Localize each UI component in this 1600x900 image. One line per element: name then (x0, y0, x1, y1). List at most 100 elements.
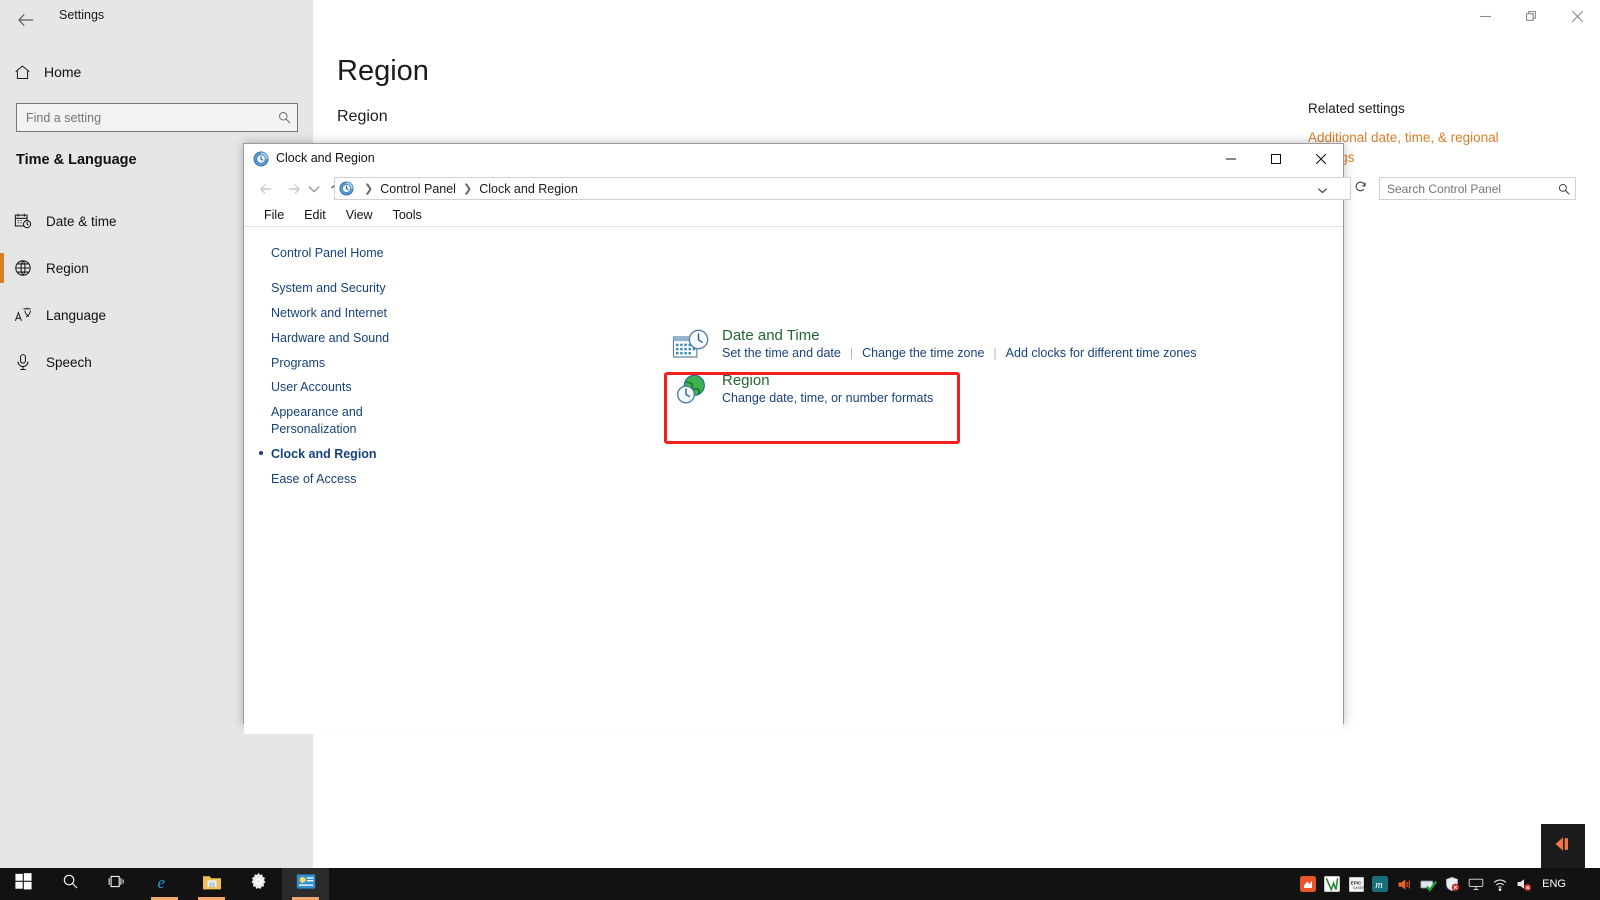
sidebar-item-system-and-security[interactable]: System and Security (244, 276, 459, 301)
clock-region-icon (253, 151, 269, 167)
sidebar-item-network-and-internet[interactable]: Network and Internet (244, 301, 459, 326)
sidebar-item-clock-and-region[interactable]: Clock and Region (244, 442, 459, 467)
shield-green-icon[interactable] (1416, 868, 1440, 900)
region-icon[interactable] (671, 372, 719, 420)
task-view-icon (108, 873, 127, 895)
control-panel-search-box[interactable] (1379, 177, 1576, 200)
sidebar-item-label: Clock and Region (271, 447, 377, 461)
sidebar-item-home[interactable]: Home (0, 56, 313, 88)
settings-title: Settings (59, 8, 105, 22)
search-button[interactable] (47, 868, 94, 900)
maximize-icon[interactable] (1253, 144, 1298, 174)
minimize-icon[interactable] (1208, 144, 1253, 174)
category-title[interactable]: Date and Time (722, 327, 1197, 344)
breadcrumb-control-panel[interactable]: Control Panel (380, 182, 456, 196)
media-orange-icon (1553, 834, 1573, 859)
breadcrumb-separator: ❯ (364, 183, 374, 195)
app-green-icon[interactable] (1320, 868, 1344, 900)
category-title[interactable]: Region (722, 372, 933, 389)
control-panel-window-controls (1208, 144, 1343, 174)
touch-keyboard-icon[interactable] (1464, 868, 1488, 900)
address-bar[interactable]: ❯ Control Panel ❯ Clock and Region (334, 177, 1351, 200)
link-change-date-time-or-number-formats[interactable]: Change date, time, or number formats (722, 391, 933, 405)
svg-text:EPIC: EPIC (1350, 880, 1361, 885)
control-panel-sidebar: Control Panel Home System and Security N… (244, 227, 459, 734)
sidebar-group-header: Time & Language (16, 152, 137, 168)
microphone-icon (0, 353, 46, 371)
link-set-the-time-and-date[interactable]: Set the time and date (722, 346, 841, 360)
control-panel-titlebar[interactable]: Clock and Region (244, 144, 1343, 174)
back-arrow-icon[interactable] (254, 177, 278, 201)
close-icon[interactable] (1554, 0, 1600, 32)
chevron-down-icon[interactable] (306, 177, 322, 201)
calendar-clock-icon (0, 212, 46, 230)
control-panel-body: Control Panel Home System and Security N… (244, 227, 1343, 734)
menu-edit[interactable]: Edit (294, 208, 336, 222)
settings-button[interactable] (235, 868, 282, 900)
notification-popup[interactable] (1541, 824, 1585, 868)
restore-icon[interactable] (1508, 0, 1554, 32)
link-divider: | (993, 346, 997, 360)
menu-file[interactable]: File (254, 208, 294, 222)
sidebar-item-control-panel-home[interactable]: Control Panel Home (244, 241, 459, 276)
link-change-the-time-zone[interactable]: Change the time zone (862, 346, 984, 360)
control-panel-icon (296, 873, 316, 895)
volume-orange-icon[interactable] (1392, 868, 1416, 900)
control-panel-main: Date and Time Set the time and date | Ch… (459, 227, 1343, 734)
control-panel-menubar: File Edit View Tools (244, 204, 1343, 226)
category-date-and-time: Date and Time Set the time and date | Ch… (671, 327, 1197, 375)
control-panel-button[interactable] (282, 868, 329, 900)
category-region: Region Change date, time, or number form… (671, 372, 933, 420)
sidebar-item-hardware-and-sound[interactable]: Hardware and Sound (244, 326, 459, 351)
link-add-clocks-for-different-time-zones[interactable]: Add clocks for different time zones (1006, 346, 1197, 360)
selection-accent-bar (0, 253, 4, 283)
category-text: Region Change date, time, or number form… (719, 372, 933, 420)
category-text: Date and Time Set the time and date | Ch… (719, 327, 1197, 375)
epic-icon[interactable]: EPIC GAMES (1344, 868, 1368, 900)
task-view-button[interactable] (94, 868, 141, 900)
close-icon[interactable] (1298, 144, 1343, 174)
sidebar-item-programs[interactable]: Programs (244, 351, 459, 376)
network-icon[interactable] (1488, 868, 1512, 900)
search-input[interactable] (1380, 181, 1553, 196)
breadcrumb-clock-and-region[interactable]: Clock and Region (479, 182, 578, 196)
language-indicator[interactable]: ENG (1536, 878, 1572, 890)
gear-icon (249, 872, 268, 896)
svg-text:m: m (1375, 880, 1383, 891)
sidebar-item-user-accounts[interactable]: User Accounts (244, 375, 459, 400)
sidebar-item-label: Speech (46, 354, 92, 370)
minimize-icon[interactable] (1462, 0, 1508, 32)
volume-muted-icon[interactable] (1512, 868, 1536, 900)
clock-region-icon (335, 181, 357, 196)
related-settings-header: Related settings (1308, 101, 1405, 116)
security-warning-icon[interactable] (1440, 868, 1464, 900)
internet-explorer-button[interactable]: e (141, 868, 188, 900)
show-desktop-button[interactable] (1572, 868, 1596, 900)
date-and-time-icon[interactable] (671, 327, 719, 375)
start-button[interactable] (0, 868, 47, 900)
refresh-icon[interactable] (1354, 180, 1367, 198)
windows-logo-icon (15, 873, 32, 895)
app-orange-icon[interactable] (1296, 868, 1320, 900)
back-arrow-icon[interactable] (10, 4, 42, 36)
search-icon (1553, 183, 1575, 195)
file-explorer-button[interactable] (188, 868, 235, 900)
control-panel-navbar: ❯ Control Panel ❯ Clock and Region (244, 174, 1576, 204)
svg-text:GAMES: GAMES (1352, 886, 1363, 890)
folder-icon (202, 873, 222, 896)
chevron-down-icon[interactable] (1317, 183, 1328, 201)
selection-accent-bar (0, 347, 4, 377)
search-input[interactable] (17, 110, 271, 125)
sidebar-item-ease-of-access[interactable]: Ease of Access (244, 467, 459, 492)
current-item-bullet (259, 451, 263, 455)
page-title: Region (337, 55, 429, 87)
forward-arrow-icon[interactable] (282, 177, 306, 201)
m-app-icon[interactable]: m (1368, 868, 1392, 900)
menu-view[interactable]: View (336, 208, 383, 222)
menu-tools[interactable]: Tools (383, 208, 432, 222)
settings-window-controls (1462, 0, 1600, 32)
sidebar-item-label: Language (46, 307, 107, 323)
control-panel-title: Clock and Region (276, 151, 375, 165)
settings-search-box[interactable] (16, 103, 298, 132)
sidebar-item-appearance-and-personalization[interactable]: Appearance and Personalization (244, 400, 394, 442)
